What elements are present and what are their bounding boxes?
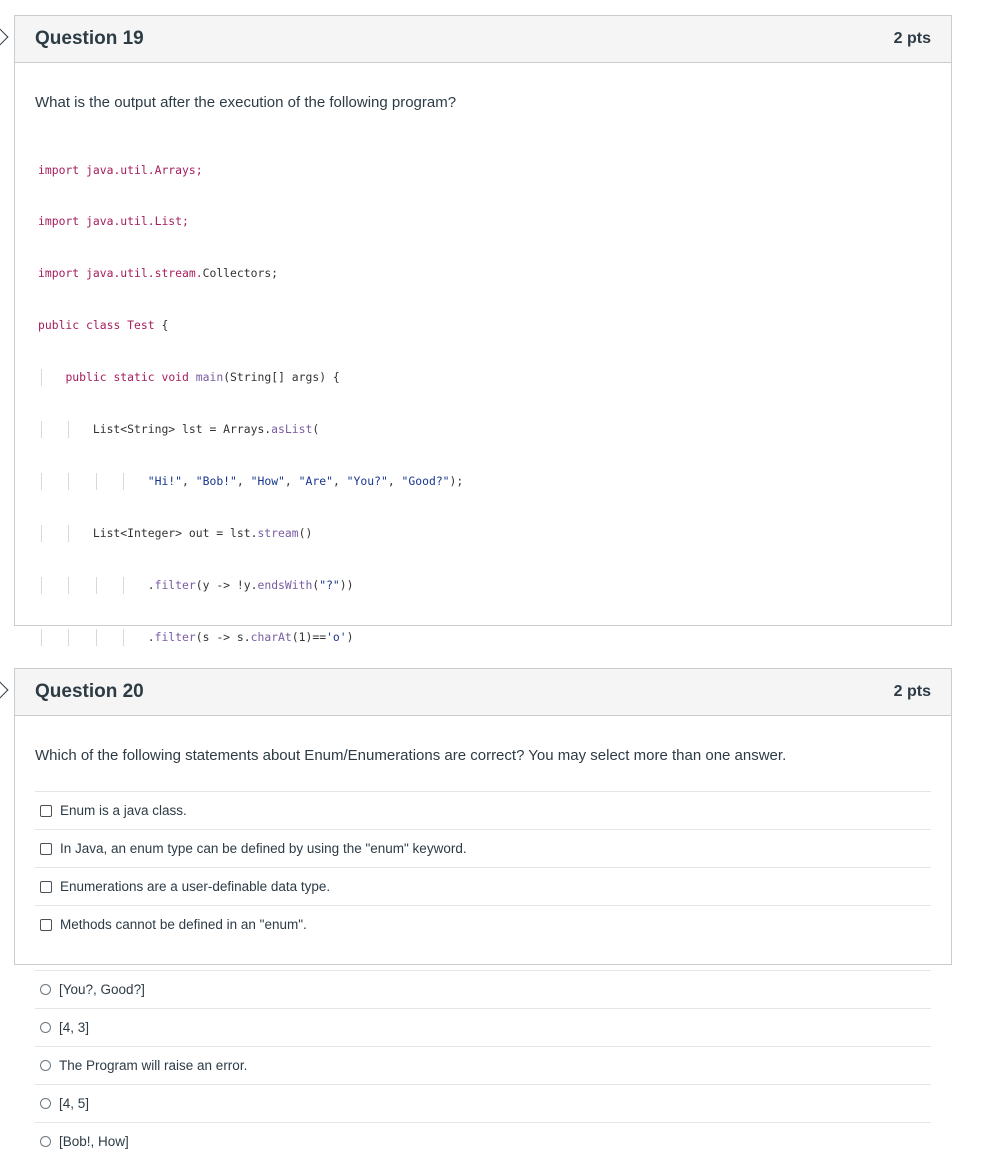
- checkbox[interactable]: [40, 804, 52, 817]
- code-line: import java.util.Arrays;: [38, 162, 203, 177]
- question-points: 2 pts: [893, 30, 931, 47]
- answer-option[interactable]: [You?, Good?]: [35, 971, 931, 1009]
- radio-button[interactable]: [40, 983, 51, 995]
- code-line: import java.util.stream.Collectors;: [38, 266, 279, 281]
- answer-label: [4, 3]: [59, 1019, 90, 1035]
- question-20-header: Question 20 2 pts: [15, 669, 951, 716]
- answer-list: Enum is a java class. In Java, an enum t…: [35, 791, 931, 943]
- question-points: 2 pts: [893, 683, 931, 700]
- answer-label: Enum is a java class.: [60, 803, 187, 818]
- answer-option[interactable]: In Java, an enum type can be defined by …: [35, 830, 931, 868]
- code-line: .filter(y -> !y.endsWith("?")): [38, 576, 931, 595]
- code-line: List<String> lst = Arrays.asList(: [38, 421, 931, 439]
- question-prompt: Which of the following statements about …: [35, 747, 787, 764]
- checkbox[interactable]: [40, 880, 52, 893]
- code-line: public class Test {: [38, 318, 169, 333]
- code-line: "Hi!", "Bob!", "How", "Are", "You?", "Go…: [38, 472, 931, 491]
- answer-option[interactable]: [Bob!, How]: [35, 1123, 931, 1160]
- code-line: .filter(s -> s.charAt(1)=='o'): [38, 628, 931, 646]
- answer-label: Methods cannot be defined in an "enum".: [60, 917, 307, 932]
- question-19-header: Question 19 2 pts: [15, 16, 951, 63]
- answer-option[interactable]: Enumerations are a user-definable data t…: [35, 868, 931, 906]
- question-19: Question 19 2 pts What is the output aft…: [14, 15, 952, 1149]
- question-prompt: What is the output after the execution o…: [35, 94, 457, 111]
- code-line: List<Integer> out = lst.stream(): [38, 524, 931, 543]
- question-title: Question 19: [35, 28, 144, 49]
- code-line: import java.util.List;: [38, 214, 189, 229]
- answer-option[interactable]: [4, 3]: [35, 1009, 931, 1047]
- checkbox[interactable]: [40, 842, 52, 855]
- answer-label: [Bob!, How]: [59, 1133, 129, 1149]
- question-20-collapse-arrow-icon[interactable]: [0, 681, 9, 699]
- radio-button[interactable]: [40, 1097, 51, 1109]
- radio-button[interactable]: [40, 1059, 51, 1071]
- answer-label: [4, 5]: [59, 1095, 90, 1111]
- answer-list: [You?, Good?] [4, 3] The Program will ra…: [35, 969, 931, 1160]
- answer-label: The Program will raise an error.: [59, 1057, 248, 1073]
- question-20: Question 20 2 pts Which of the following…: [14, 668, 952, 965]
- question-19-collapse-arrow-icon[interactable]: [0, 28, 9, 46]
- radio-button[interactable]: [40, 1021, 51, 1033]
- checkbox[interactable]: [40, 918, 52, 931]
- answer-option[interactable]: The Program will raise an error.: [35, 1047, 931, 1085]
- question-title: Question 20: [35, 681, 144, 702]
- answer-label: In Java, an enum type can be defined by …: [60, 841, 467, 856]
- radio-button[interactable]: [40, 1135, 51, 1147]
- answer-option[interactable]: Methods cannot be defined in an "enum".: [35, 906, 931, 943]
- answer-option[interactable]: Enum is a java class.: [35, 792, 931, 830]
- code-line: public static void main(String[] args) {: [38, 369, 931, 387]
- answer-label: Enumerations are a user-definable data t…: [60, 879, 331, 894]
- answer-label: [You?, Good?]: [59, 981, 145, 997]
- answer-option[interactable]: [4, 5]: [35, 1085, 931, 1123]
